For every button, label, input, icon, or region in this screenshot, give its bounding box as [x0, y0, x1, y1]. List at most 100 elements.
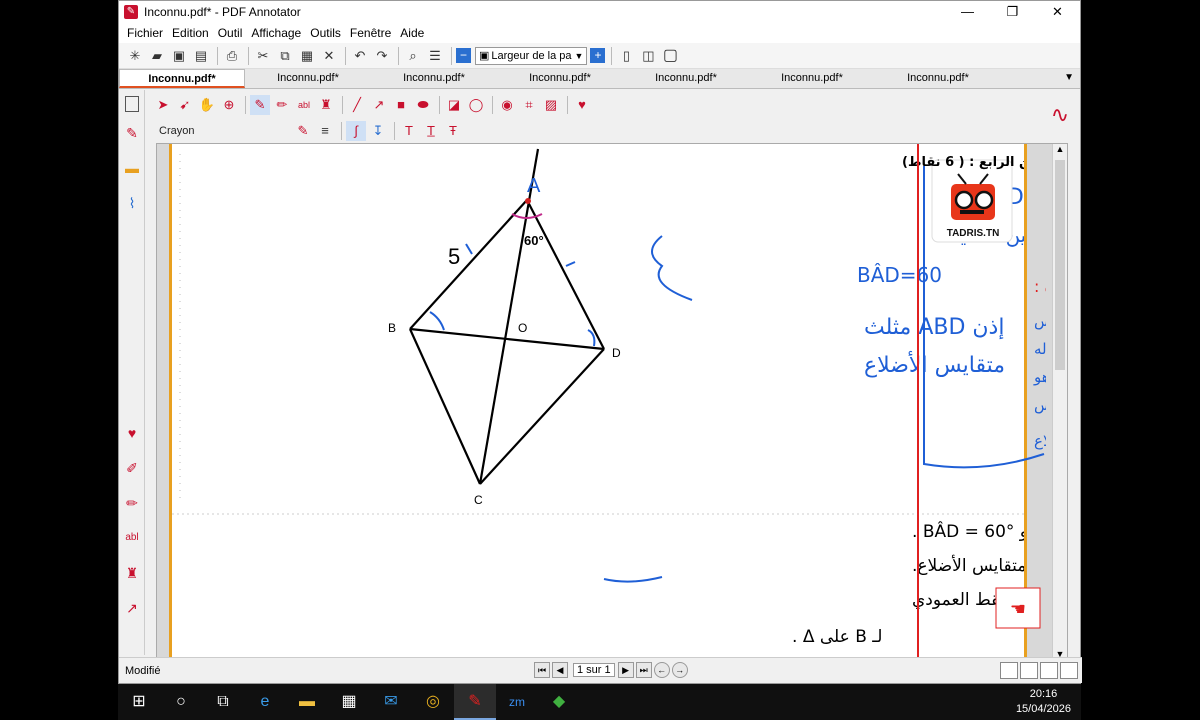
next-page-icon[interactable]: ▶ [617, 662, 634, 678]
vertical-scrollbar[interactable]: ▲ ▼ [1052, 144, 1067, 657]
favorite-heart-icon[interactable]: ♥ [572, 95, 592, 115]
highlighter-icon[interactable]: ✏ [121, 492, 143, 514]
smooth-stroke-icon[interactable]: ∫ [346, 121, 366, 141]
save-icon[interactable]: ▣ [169, 46, 189, 66]
tab-document-6[interactable]: Inconnu.pdf* [749, 69, 875, 88]
pen-icon[interactable]: ✎ [121, 122, 143, 144]
hand-icon[interactable]: ✋ [197, 95, 217, 115]
menu-outils[interactable]: Outils [310, 26, 341, 40]
edge-browser-icon[interactable]: e [244, 684, 286, 720]
tab-document-1[interactable]: Inconnu.pdf* [119, 69, 245, 88]
properties-icon[interactable]: ☰ [425, 46, 445, 66]
zoom-mode-select[interactable]: ▣ Largeur de la pa ▼ [475, 46, 588, 65]
select-arrow-icon[interactable]: ➤ [153, 95, 173, 115]
image-icon[interactable]: ▨ [541, 95, 561, 115]
new-icon[interactable]: ✳ [125, 46, 145, 66]
store-icon[interactable]: ▦ [328, 684, 370, 720]
first-page-icon[interactable]: ⏮ [534, 662, 550, 678]
line-width-icon[interactable]: ≡ [315, 121, 335, 141]
fullscreen-icon[interactable]: ▢ [660, 46, 680, 66]
lasso-icon[interactable]: ◯ [466, 95, 486, 115]
chrome-icon[interactable]: ◎ [412, 684, 454, 720]
blank-page-icon[interactable] [125, 96, 139, 112]
text-strike-icon[interactable]: Ŧ [443, 121, 463, 141]
angle-mark-d [587, 329, 596, 347]
menu-fichier[interactable]: Fichier [127, 26, 163, 40]
zoom-app-icon[interactable]: zm [496, 684, 538, 720]
attach-icon[interactable]: ⌇ [121, 192, 143, 214]
zoom-out-icon[interactable]: − [456, 48, 471, 63]
pressure-icon[interactable]: ↧ [368, 121, 388, 141]
scroll-thumb[interactable] [1055, 160, 1065, 370]
tab-document-3[interactable]: Inconnu.pdf* [371, 69, 497, 88]
last-page-icon[interactable]: ⏭ [635, 662, 652, 678]
pdf-annotator-task-icon[interactable]: ✎ [454, 684, 496, 720]
open-folder-icon[interactable]: ▰ [147, 46, 167, 66]
tab-document-7[interactable]: Inconnu.pdf* [875, 69, 1001, 88]
back-icon[interactable]: ← [653, 662, 670, 678]
tab-document-2[interactable]: Inconnu.pdf* [245, 69, 371, 88]
view-continuous-icon[interactable] [1020, 662, 1038, 679]
pen-color-icon[interactable]: ✎ [293, 121, 313, 141]
heart-icon[interactable]: ♥ [121, 422, 143, 444]
save-all-icon[interactable]: ▤ [191, 46, 211, 66]
redo-icon[interactable]: ↷ [372, 46, 392, 66]
zoom-tool-icon[interactable]: ⊕ [219, 95, 239, 115]
ellipse-tool-icon[interactable]: ⬬ [413, 95, 433, 115]
menu-aide[interactable]: Aide [400, 26, 424, 40]
tabs-dropdown-icon[interactable]: ▼ [1064, 72, 1074, 83]
minimize-button[interactable]: — [945, 1, 990, 23]
text-tool-icon[interactable]: abl [294, 95, 314, 115]
stamp-tool-icon[interactable]: ♜ [316, 95, 336, 115]
maximize-button[interactable]: ❐ [990, 1, 1035, 23]
textbox-icon[interactable]: abl [121, 527, 143, 549]
view-grid-icon[interactable] [1060, 662, 1078, 679]
menu-fenetre[interactable]: Fenêtre [350, 26, 391, 40]
delete-icon[interactable]: ✕ [319, 46, 339, 66]
search-icon[interactable]: ○ [160, 684, 202, 720]
menu-affichage[interactable]: Affichage [251, 26, 301, 40]
camera-icon[interactable]: ◉ [497, 95, 517, 115]
pen-tool-icon[interactable]: ✎ [250, 95, 270, 115]
mail-icon[interactable]: ✉ [370, 684, 412, 720]
stamp-icon[interactable]: ♜ [121, 562, 143, 584]
eraser-icon[interactable]: ◪ [444, 95, 464, 115]
cut-icon[interactable]: ✂ [253, 46, 273, 66]
single-page-icon[interactable]: ▯ [616, 46, 636, 66]
arrow-tool-icon[interactable]: ↗ [369, 95, 389, 115]
handwriting-mode-icon[interactable]: ∿ [1044, 102, 1076, 134]
note-icon[interactable]: ▬ [121, 157, 143, 179]
print-icon[interactable]: ⎙ [222, 46, 242, 66]
view-single-icon[interactable] [1000, 662, 1018, 679]
app-green-icon[interactable]: ◆ [538, 684, 580, 720]
menu-edition[interactable]: Edition [172, 26, 209, 40]
copy-icon[interactable]: ⧉ [275, 46, 295, 66]
select-area-icon[interactable]: ➹ [175, 95, 195, 115]
file-explorer-icon[interactable]: ▬ [286, 684, 328, 720]
view-two-page-icon[interactable] [1040, 662, 1058, 679]
find-icon[interactable]: ⌕ [403, 46, 423, 66]
highlighter-tool-icon[interactable]: ✏ [272, 95, 292, 115]
page-indicator[interactable]: 1 sur 1 [573, 663, 615, 677]
system-clock[interactable]: 20:16 15/04/2026 [1016, 687, 1071, 717]
crop-icon[interactable]: ⌗ [519, 95, 539, 115]
paste-icon[interactable]: ▦ [297, 46, 317, 66]
prev-page-icon[interactable]: ◀ [552, 662, 568, 678]
forward-icon[interactable]: → [671, 662, 688, 678]
tab-document-4[interactable]: Inconnu.pdf* [497, 69, 623, 88]
zoom-in-icon[interactable]: + [590, 48, 606, 63]
start-icon[interactable]: ⊞ [118, 684, 160, 720]
text-format-icon[interactable]: T [399, 121, 419, 141]
scroll-up-icon[interactable]: ▲ [1053, 144, 1067, 154]
task-view-icon[interactable]: ⧉ [202, 684, 244, 720]
line-tool-icon[interactable]: ╱ [347, 95, 367, 115]
menu-outil[interactable]: Outil [218, 26, 243, 40]
text-underline-icon[interactable]: T̲ [421, 121, 441, 141]
rectangle-tool-icon[interactable]: ■ [391, 95, 411, 115]
fit-page-icon[interactable]: ◫ [638, 46, 658, 66]
tab-document-5[interactable]: Inconnu.pdf* [623, 69, 749, 88]
undo-icon[interactable]: ↶ [350, 46, 370, 66]
close-button[interactable]: ✕ [1035, 1, 1080, 23]
arrow-icon[interactable]: ↗ [121, 597, 143, 619]
marker-icon[interactable]: ✐ [121, 457, 143, 479]
